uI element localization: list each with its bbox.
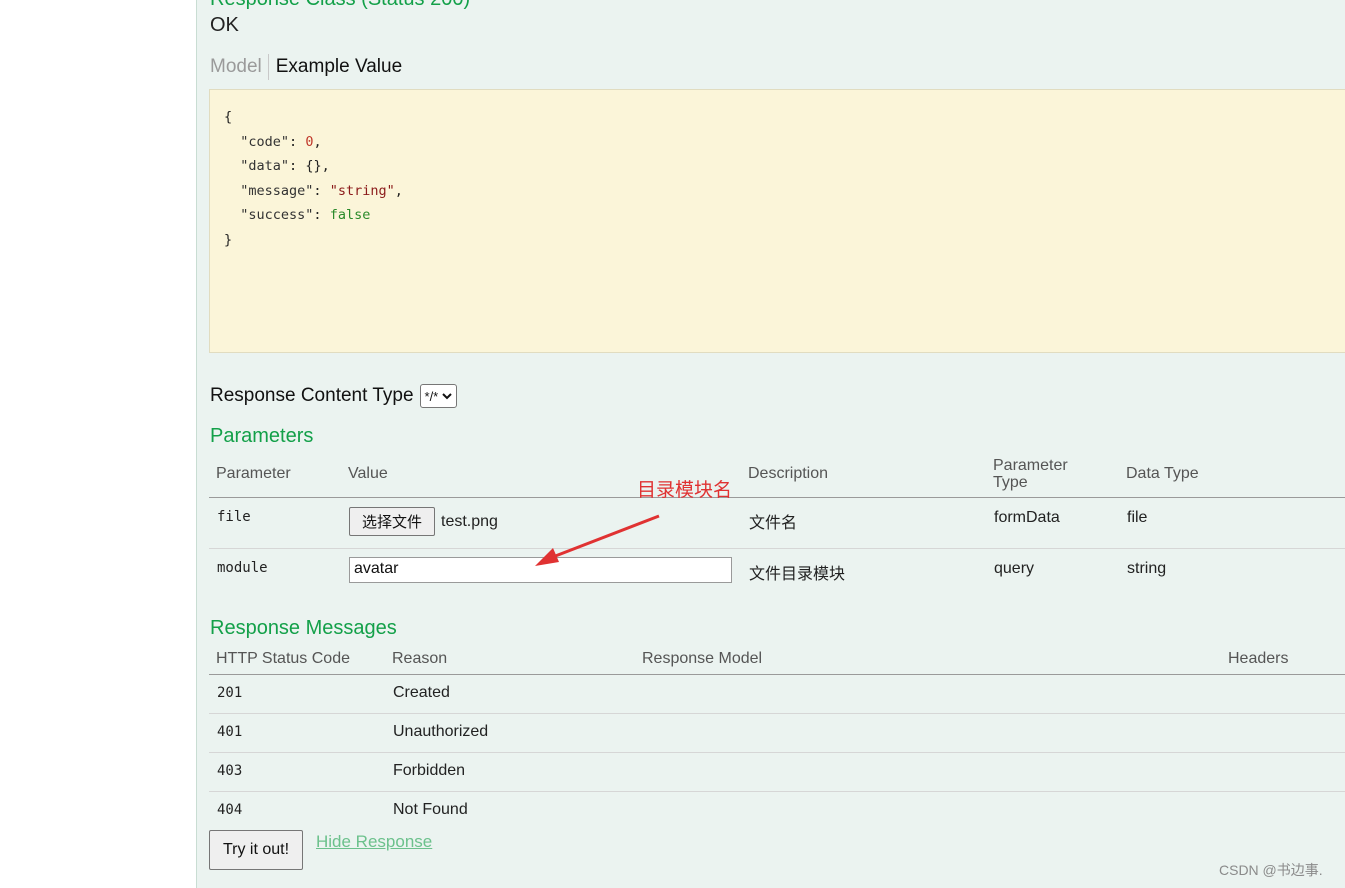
response-class-status: OK <box>210 14 239 36</box>
param-name-file: file <box>217 509 251 525</box>
try-it-out-button[interactable]: Try it out! <box>209 830 303 870</box>
param-name-module: module <box>217 560 268 576</box>
annotation-arrow-icon <box>535 514 660 566</box>
chevron-down-icon <box>442 392 452 399</box>
chosen-file-name: test.png <box>441 513 498 530</box>
json-key: "data" <box>240 158 290 174</box>
tab-model[interactable]: Model <box>210 54 269 80</box>
status-code: 401 <box>217 724 243 740</box>
json-value: false <box>329 207 371 223</box>
annotation-label: 目录模块名 <box>637 480 733 501</box>
json-trail: , <box>394 182 403 199</box>
json-sep: : <box>313 207 330 223</box>
col-header-parameter-type-line1: Parameter <box>993 457 1068 474</box>
json-sep: : <box>289 158 306 174</box>
response-content-type: Response Content Type */* <box>210 384 458 408</box>
operation-panel: Response Class (Status 200) OK Model Exa… <box>196 0 1345 888</box>
status-code: 404 <box>217 802 243 818</box>
col-header-headers: Headers <box>1228 650 1289 667</box>
row-divider <box>209 713 1345 714</box>
choose-file-button[interactable]: 选择文件 <box>349 507 435 536</box>
csdn-watermark: CSDN @书边事. <box>1219 862 1323 878</box>
resp-header-divider <box>209 674 1345 675</box>
status-reason: Forbidden <box>393 762 466 779</box>
response-content-type-label: Response Content Type <box>210 385 414 406</box>
json-snippet: { "code": 0, "data": {}, "message": "str… <box>224 105 403 252</box>
col-header-reason: Reason <box>392 650 448 667</box>
json-open-brace: { <box>224 109 233 125</box>
row-divider <box>209 791 1345 792</box>
col-header-parameter-type: Parameter Type <box>993 457 1068 491</box>
param-datatype-module: string <box>1127 560 1167 577</box>
json-sep: : <box>313 182 330 199</box>
status-reason: Not Found <box>393 801 468 818</box>
param-datatype-file: file <box>1127 509 1148 526</box>
select-value: */* <box>424 388 439 404</box>
col-header-parameter-type-line2: Type <box>993 474 1028 491</box>
param-description-file: 文件名 <box>749 515 798 532</box>
response-content-type-select[interactable]: */* <box>419 384 458 408</box>
json-key: "success" <box>240 207 314 223</box>
col-header-parameter: Parameter <box>216 465 291 482</box>
model-tabs: Model Example Value <box>210 54 402 80</box>
example-value-code-block: { "code": 0, "data": {}, "message": "str… <box>209 89 1345 353</box>
param-type-file: formData <box>994 509 1060 526</box>
json-key: "message" <box>240 182 314 199</box>
json-value: "string" <box>329 182 395 199</box>
col-header-description: Description <box>748 465 829 482</box>
json-value: {} <box>305 158 322 174</box>
row-divider <box>209 548 1345 549</box>
param-type-module: query <box>994 560 1035 577</box>
hide-response-link[interactable]: Hide Response <box>316 832 432 852</box>
param-header-divider <box>209 497 1345 498</box>
row-divider <box>209 752 1345 753</box>
json-trail: , <box>313 133 322 150</box>
col-header-data-type: Data Type <box>1126 465 1199 482</box>
json-sep: : <box>289 133 306 150</box>
col-header-value: Value <box>348 465 388 482</box>
json-close-brace: } <box>224 231 233 248</box>
json-key: "code" <box>240 133 290 150</box>
status-reason: Unauthorized <box>393 723 489 740</box>
col-header-http-status: HTTP Status Code <box>216 650 350 667</box>
response-class-heading: Response Class (Status 200) <box>210 0 470 11</box>
status-reason: Created <box>393 684 450 701</box>
tab-example-value[interactable]: Example Value <box>269 54 402 80</box>
response-messages-heading: Response Messages <box>210 617 397 639</box>
json-trail: , <box>321 158 330 174</box>
parameters-heading: Parameters <box>210 425 314 447</box>
status-code: 403 <box>217 763 243 779</box>
status-code: 201 <box>217 685 243 701</box>
param-description-module: 文件目录模块 <box>749 566 846 583</box>
col-header-response-model: Response Model <box>642 650 763 667</box>
